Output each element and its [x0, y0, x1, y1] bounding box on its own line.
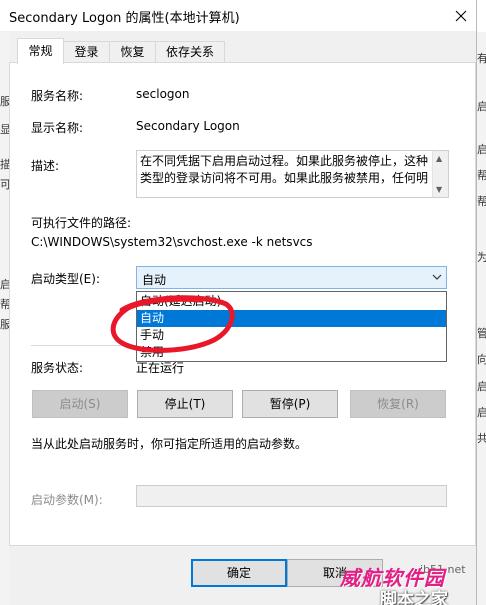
start-params-label: 启动参数(M): [31, 493, 103, 507]
tab-logon[interactable]: 登录 [63, 41, 110, 63]
description-text: 在不同凭据下启用启动过程。如果此服务被停止，这种类型的登录访问将不可用。如果此服… [140, 154, 429, 185]
background-text: 启 [477, 143, 486, 156]
background-text: 帮 [477, 195, 486, 208]
properties-dialog: 服 显 描 可 启 帮 服 Secondary Logon 的属性(本地计算机)… [0, 0, 477, 605]
dropdown-option-disabled[interactable]: 禁用 [137, 344, 446, 361]
start-params-input[interactable] [136, 485, 447, 507]
background-window-right [476, 32, 486, 605]
start-button[interactable]: 启动(S) [32, 390, 128, 418]
scroll-up-icon[interactable]: ▲ [436, 154, 442, 163]
startup-type-value: 自动 [142, 273, 167, 287]
screen: 有 启 启 帮 帮 为 管 向 启 启 共 服 显 描 可 启 帮 服 Seco… [0, 0, 486, 605]
background-text: 管 [477, 327, 486, 340]
background-text: 为 [477, 251, 486, 264]
dropdown-option-automatic[interactable]: 自动 [137, 310, 446, 327]
stop-button[interactable]: 停止(T) [137, 390, 233, 418]
background-text: 启 [477, 100, 486, 113]
startup-type-combo[interactable]: 自动 [136, 266, 447, 289]
background-text: 向 [477, 353, 486, 366]
tab-dependencies[interactable]: 依存关系 [155, 41, 225, 63]
resume-button[interactable]: 恢复(R) [350, 390, 446, 418]
exe-path-value: C:\WINDOWS\system32\svchost.exe -k netsv… [31, 235, 313, 249]
background-text: 启 [477, 380, 486, 393]
display-name-value: Secondary Logon [136, 119, 240, 133]
service-status-label: 服务状态: [31, 361, 84, 375]
background-text: 有 [477, 52, 486, 65]
description-box[interactable]: 在不同凭据下启用启动过程。如果此服务被停止，这种类型的登录访问将不可用。如果此服… [136, 150, 449, 198]
dropdown-option-delayed[interactable]: 自动(延迟启动) [137, 293, 446, 310]
tab-recovery[interactable]: 恢复 [109, 41, 156, 63]
exe-path-label: 可执行文件的路径: [31, 216, 132, 230]
close-button[interactable] [446, 2, 476, 29]
startup-type-dropdown[interactable]: 自动(延迟启动) 自动 手动 禁用 [136, 291, 447, 362]
background-text: 共 [477, 432, 486, 445]
close-icon [455, 10, 467, 21]
service-name-label: 服务名称: [31, 89, 84, 103]
description-label: 描述: [31, 159, 60, 173]
background-text: 帮 [477, 169, 486, 182]
chevron-down-icon [432, 274, 442, 280]
window-title: Secondary Logon 的属性(本地计算机) [9, 11, 240, 26]
ok-button[interactable]: 确定 [191, 559, 287, 587]
display-name-label: 显示名称: [31, 121, 84, 135]
tab-general[interactable]: 常规 [17, 38, 64, 64]
startup-type-label: 启动类型(E): [31, 272, 100, 286]
scroll-down-icon[interactable]: ▼ [436, 185, 442, 194]
title-bar[interactable]: Secondary Logon 的属性(本地计算机) [0, 0, 476, 31]
dropdown-option-manual[interactable]: 手动 [137, 327, 446, 344]
description-scrollbar[interactable]: ▲ ▼ [432, 151, 448, 197]
service-name-value: seclogon [136, 87, 190, 101]
background-text: 启 [477, 406, 486, 419]
pause-button[interactable]: 暂停(P) [242, 390, 338, 418]
start-params-hint: 当从此处启动服务时，你可指定所适用的启动参数。 [31, 437, 308, 451]
watermark-sub: 脚本之家 [380, 590, 448, 605]
